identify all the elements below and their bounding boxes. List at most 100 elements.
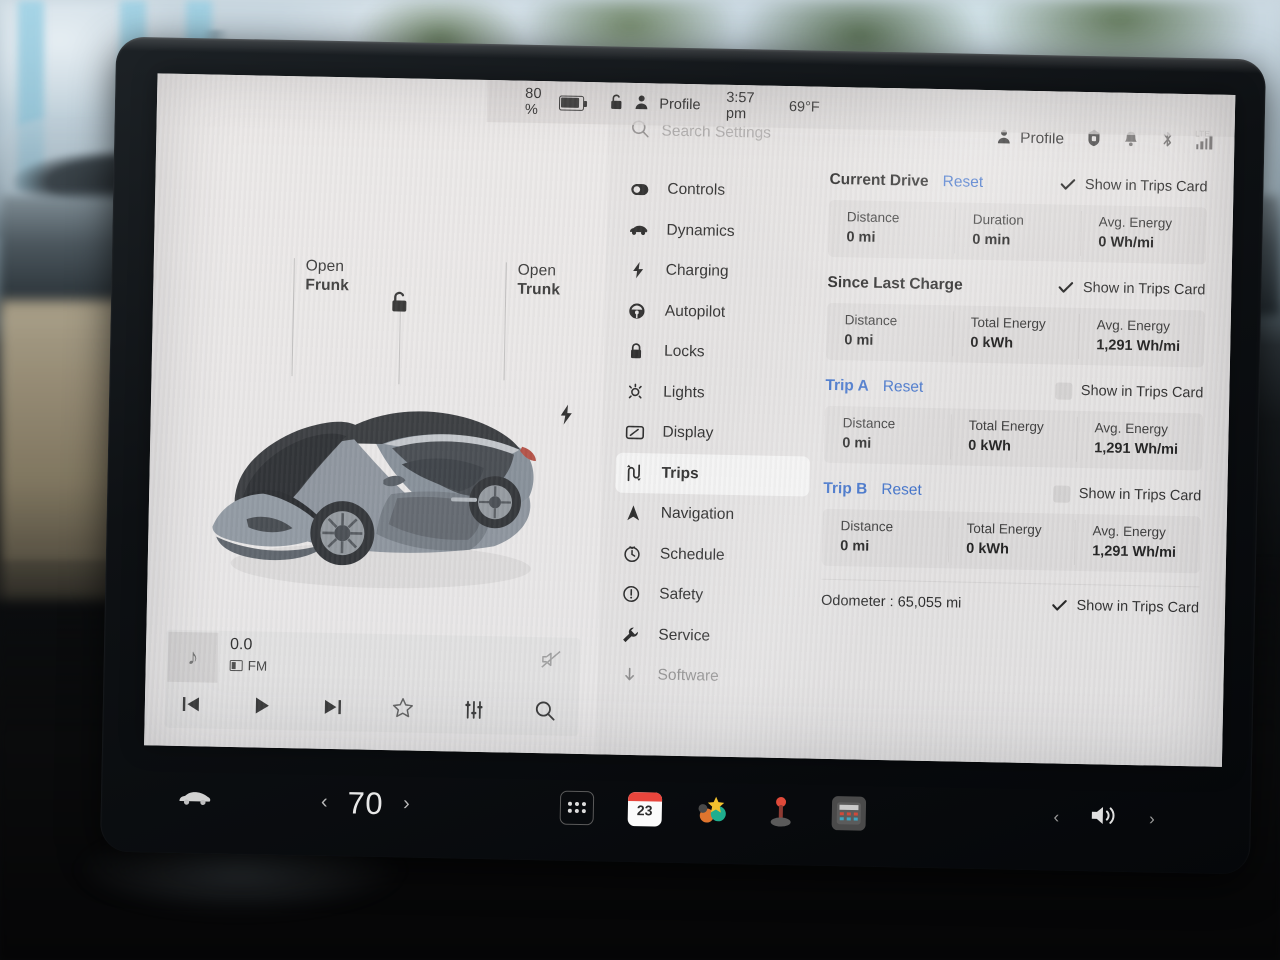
stat-cell: Total Energy 0 kWh — [950, 408, 1077, 468]
calendar-day-label: 23 — [636, 801, 653, 818]
stat-cell: Total Energy 0 kWh — [948, 511, 1075, 571]
open-trunk-line1: Open — [517, 261, 557, 280]
sidebar-label: Lights — [663, 383, 705, 402]
volume-decrease-button[interactable]: ‹ — [1053, 807, 1059, 827]
climate-temperature-label: 70 — [347, 784, 384, 821]
stat-label: Duration — [972, 211, 1024, 228]
theater-icon[interactable] — [831, 795, 867, 831]
sidebar-label: Locks — [663, 342, 705, 361]
app-launcher-icon[interactable] — [559, 790, 595, 825]
show-in-trips-card-toggle[interactable]: Show in Trips Card — [1050, 596, 1199, 616]
reset-current-drive-button[interactable]: Reset — [942, 173, 983, 192]
show-in-trips-card-label: Show in Trips Card — [1084, 177, 1208, 196]
volume-increase-button[interactable]: › — [1149, 809, 1155, 829]
sidebar-item-dynamics[interactable]: Dynamics — [620, 209, 815, 253]
person-icon[interactable] — [634, 94, 649, 114]
stat-label: Total Energy — [966, 520, 1042, 538]
sidebar-item-locks[interactable]: Locks — [618, 331, 813, 375]
unlocked-padlock-icon[interactable] — [609, 93, 624, 114]
stat-label: Distance — [842, 415, 896, 432]
stat-label: Avg. Energy — [1092, 523, 1167, 540]
toybox-icon[interactable] — [695, 793, 730, 828]
sidebar-item-autopilot[interactable]: Autopilot — [618, 290, 813, 334]
stat-cell: Distance 0 mi — [822, 509, 949, 569]
stat-label: Distance — [844, 312, 898, 329]
app-shortcuts: 23 — [559, 790, 867, 831]
car-side-icon — [628, 223, 648, 236]
wrench-icon — [620, 626, 640, 644]
sidebar-item-charging[interactable]: Charging — [619, 250, 814, 294]
stat-cell: Distance 0 mi — [828, 200, 955, 260]
touchscreen-bezel: 80 % Profile 3:57 pm 69°F Open Frunk Ope… — [99, 36, 1267, 875]
show-in-trips-card-label: Show in Trips Card — [1078, 485, 1202, 505]
stat-cell: Avg. Energy 1,291 Wh/mi — [1074, 514, 1201, 574]
navigation-arrow-icon — [623, 504, 643, 522]
stat-value: 1,291 Wh/mi — [1092, 543, 1177, 561]
stat-label: Avg. Energy — [1096, 317, 1171, 334]
battery-percent-label: 80 % — [524, 85, 542, 119]
checkbox-unchecked-icon — [1052, 484, 1070, 503]
stat-cell: Distance 0 mi — [826, 303, 953, 363]
stat-cell: Avg. Energy 1,291 Wh/mi — [1076, 411, 1203, 471]
sidebar-label: Controls — [667, 180, 726, 200]
sidebar-label: Service — [658, 626, 711, 645]
vehicle-actions: Open Frunk Open Trunk — [144, 73, 609, 754]
vehicle-unlocked-padlock-icon[interactable] — [389, 290, 412, 319]
sidebar-item-controls[interactable]: Controls — [621, 169, 816, 213]
checkbox-checked-icon — [1050, 596, 1067, 613]
clock-icon — [622, 545, 642, 563]
sidebar-item-safety[interactable]: Safety — [613, 574, 808, 618]
stat-cell: Avg. Energy 1,291 Wh/mi — [1078, 308, 1205, 368]
checkbox-checked-icon — [1057, 279, 1074, 296]
climate-decrease-button[interactable]: ‹ — [321, 791, 328, 814]
outside-temperature-label: 69°F — [788, 99, 820, 116]
lte-signal-icon: LTE — [1195, 129, 1213, 150]
car-front-icon[interactable] — [177, 787, 213, 813]
toggle-switch-icon — [629, 183, 649, 196]
reset-trip-a-button[interactable]: Reset — [883, 378, 924, 397]
show-in-trips-card-toggle[interactable]: Show in Trips Card — [1059, 176, 1208, 196]
show-in-trips-card-label: Show in Trips Card — [1076, 597, 1200, 616]
open-trunk-button[interactable]: Open Trunk — [517, 261, 560, 300]
steering-wheel-icon — [627, 302, 647, 320]
show-in-trips-card-toggle[interactable]: Show in Trips Card — [1057, 279, 1206, 299]
sidebar-label: Trips — [661, 464, 699, 483]
stat-label: Avg. Energy — [1094, 420, 1169, 437]
show-in-trips-card-toggle[interactable]: Show in Trips Card — [1052, 484, 1202, 505]
volume-control[interactable]: ‹ › — [1053, 802, 1155, 835]
trips-section-since-last-charge: Since Last Charge Show in Trips Card Dis… — [825, 270, 1206, 368]
climate-control[interactable]: ‹ 70 › — [321, 784, 411, 822]
sidebar-item-trips[interactable]: Trips — [615, 452, 811, 497]
show-in-trips-card-toggle[interactable]: Show in Trips Card — [1054, 381, 1204, 402]
climate-increase-button[interactable]: › — [403, 792, 410, 815]
trip-b-name-button[interactable]: Trip B — [823, 480, 867, 499]
open-frunk-button[interactable]: Open Frunk — [305, 256, 349, 295]
open-frunk-line1: Open — [305, 257, 345, 276]
arcade-icon[interactable] — [763, 794, 798, 829]
sidebar-item-display[interactable]: Display — [616, 412, 811, 456]
status-profile-label[interactable]: Profile — [659, 96, 700, 113]
sun-lights-icon — [625, 383, 645, 401]
sidebar-item-software[interactable]: Software — [611, 655, 806, 699]
speaker-volume-icon[interactable] — [1089, 802, 1120, 834]
trip-a-name-button[interactable]: Trip A — [825, 377, 869, 396]
reset-trip-b-button[interactable]: Reset — [881, 481, 922, 500]
sidebar-item-service[interactable]: Service — [612, 614, 807, 658]
trips-section-trip-b: Trip B Reset Show in Trips Card Distance… — [821, 476, 1202, 574]
stats-row: Distance 0 mi Total Energy 0 kWh Avg. En… — [823, 405, 1203, 471]
sidebar-label: Schedule — [659, 545, 725, 564]
sidebar-label: Charging — [665, 261, 729, 281]
sidebar-item-schedule[interactable]: Schedule — [614, 533, 809, 577]
sidebar-item-navigation[interactable]: Navigation — [614, 493, 809, 537]
charge-port-lightning-bolt-icon[interactable] — [558, 404, 575, 431]
sidebar-label: Autopilot — [664, 302, 726, 321]
stat-cell: Duration 0 min — [954, 202, 1081, 262]
section-title: Current Drive — [829, 170, 929, 190]
infotainment-screen: 80 % Profile 3:57 pm 69°F Open Frunk Ope… — [144, 73, 1236, 767]
checkbox-checked-icon — [1059, 176, 1076, 193]
calendar-icon[interactable]: 23 — [627, 791, 663, 827]
padlock-icon — [626, 342, 646, 360]
stat-label: Avg. Energy — [1098, 214, 1173, 231]
odometer-row: Odometer : 65,055 mi Show in Trips Card — [820, 578, 1200, 617]
sidebar-item-lights[interactable]: Lights — [617, 371, 812, 415]
